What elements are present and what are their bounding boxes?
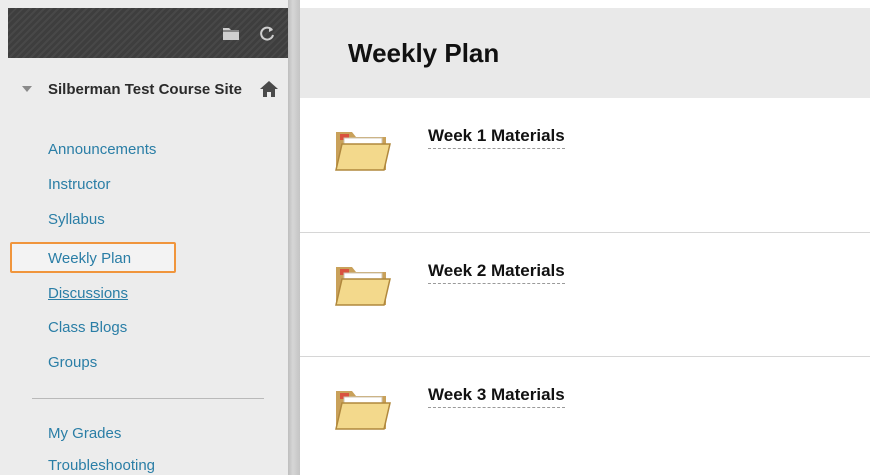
content-item-week-1: Week 1 Materials: [300, 98, 870, 232]
sidebar-resize-handle[interactable]: [288, 0, 300, 475]
folder-icon: [334, 259, 392, 309]
sidebar-item-announcements[interactable]: Announcements: [48, 139, 156, 161]
folder-icon: [334, 383, 392, 433]
course-menu-sidebar: Silberman Test Course Site Announcements…: [0, 0, 288, 475]
refresh-icon[interactable]: [256, 22, 278, 44]
page-title: Weekly Plan: [348, 38, 500, 68]
sidebar-item-weekly-plan[interactable]: Weekly Plan: [10, 242, 176, 273]
course-title[interactable]: Silberman Test Course Site: [48, 81, 248, 99]
sidebar-item-troubleshooting[interactable]: Troubleshooting: [48, 455, 155, 475]
content-item-week-3: Week 3 Materials: [300, 357, 870, 475]
sidebar-divider: [32, 398, 264, 399]
sidebar-item-my-grades[interactable]: My Grades: [48, 423, 121, 445]
sidebar-toolbar: [8, 8, 288, 58]
sidebar-item-instructor[interactable]: Instructor: [48, 174, 111, 196]
sidebar-item-discussions[interactable]: Discussions: [48, 283, 128, 305]
item-title-link[interactable]: Week 1 Materials: [428, 126, 565, 149]
item-title-link[interactable]: Week 2 Materials: [428, 261, 565, 284]
course-header: Silberman Test Course Site: [0, 76, 288, 126]
home-icon[interactable]: [258, 78, 280, 100]
folder-icon: [334, 124, 392, 174]
folder-view-icon[interactable]: [220, 22, 242, 44]
sidebar-item-syllabus[interactable]: Syllabus: [48, 209, 105, 231]
collapse-triangle-icon[interactable]: [22, 86, 32, 92]
sidebar-item-groups[interactable]: Groups: [48, 352, 97, 374]
sidebar-item-class-blogs[interactable]: Class Blogs: [48, 317, 127, 339]
page-header: Weekly Plan: [300, 8, 870, 98]
content-item-week-2: Week 2 Materials: [300, 233, 870, 356]
item-title-link[interactable]: Week 3 Materials: [428, 385, 565, 408]
